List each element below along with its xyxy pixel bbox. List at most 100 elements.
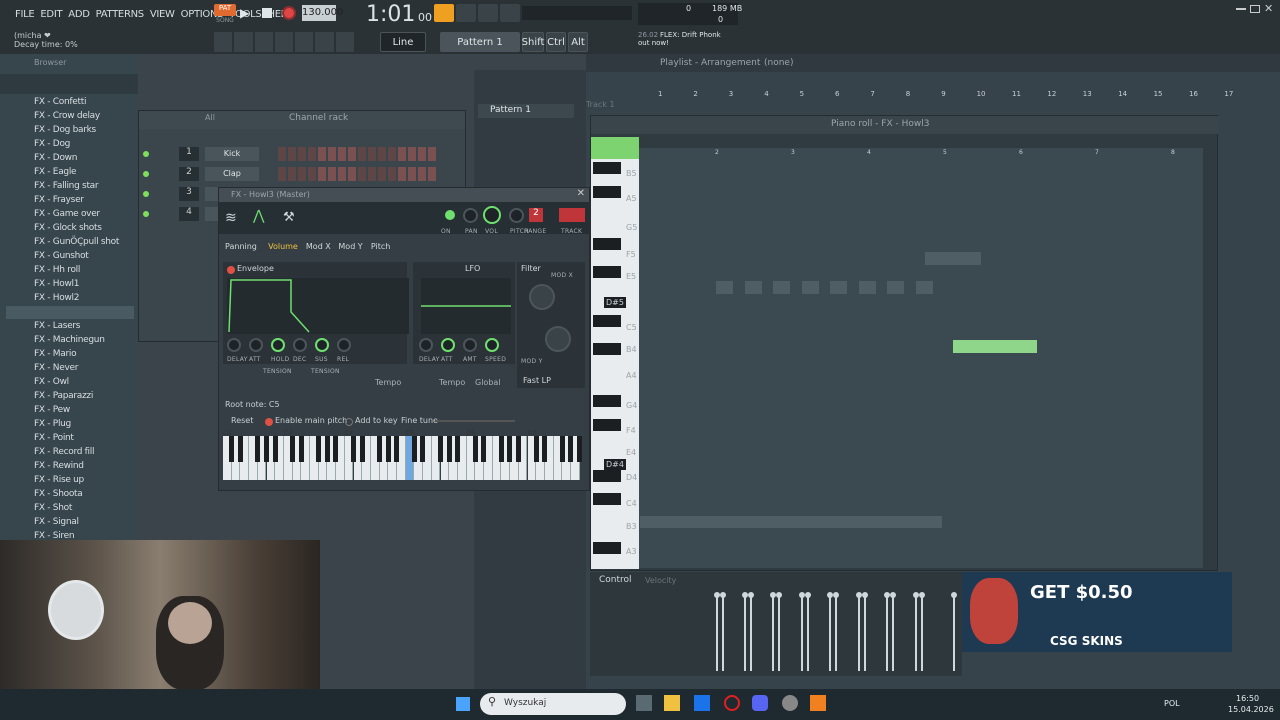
velocity-bar[interactable]: [862, 592, 868, 671]
black-key[interactable]: [394, 436, 400, 462]
fx-tab[interactable]: Mod X: [306, 242, 331, 251]
wait-icon[interactable]: [500, 4, 520, 22]
channel-led[interactable]: [143, 211, 149, 217]
browser-item[interactable]: FX - Frayser: [34, 195, 84, 205]
close-icon[interactable]: ✕: [1264, 2, 1273, 15]
lfo-knob[interactable]: [419, 338, 433, 352]
browser-item[interactable]: FX - Glock shots: [34, 223, 102, 233]
black-key[interactable]: [255, 436, 261, 462]
step-button[interactable]: [278, 167, 286, 181]
step-button[interactable]: [408, 147, 416, 161]
velocity-bar[interactable]: [720, 592, 726, 671]
add-to-key-led[interactable]: [345, 418, 353, 426]
black-key[interactable]: [542, 436, 548, 462]
settings-icon[interactable]: [782, 695, 798, 711]
task-view-icon[interactable]: [636, 695, 652, 711]
clock-time[interactable]: 16:50: [1236, 694, 1259, 703]
browser-item[interactable]: FX - Confetti: [34, 97, 86, 107]
channel-filter[interactable]: All: [205, 113, 215, 122]
step-button[interactable]: [318, 167, 326, 181]
black-key[interactable]: [593, 470, 621, 482]
black-key[interactable]: [593, 542, 621, 554]
velocity-bar[interactable]: [714, 592, 720, 671]
browser-item[interactable]: FX - Game over: [34, 209, 100, 219]
steam-icon[interactable]: [694, 695, 710, 711]
browser-item[interactable]: FX - Howl1: [34, 279, 79, 289]
browser-item[interactable]: FX - Signal: [34, 517, 79, 527]
black-key[interactable]: [272, 436, 278, 462]
step-button[interactable]: [418, 167, 426, 181]
menu-add[interactable]: ADD: [65, 9, 92, 20]
opera-icon[interactable]: [724, 695, 740, 711]
step-button[interactable]: [398, 167, 406, 181]
mod-x-knob[interactable]: [529, 284, 555, 310]
step-button[interactable]: [338, 167, 346, 181]
velocity-bar[interactable]: [748, 592, 754, 671]
enable-main-pitch[interactable]: Enable main pitch: [275, 416, 347, 425]
browser-icon[interactable]: [274, 32, 294, 52]
black-key[interactable]: [568, 436, 574, 462]
pitch-knob[interactable]: [509, 208, 524, 223]
black-key[interactable]: [533, 436, 539, 462]
step-button[interactable]: [338, 147, 346, 161]
mixer-track-number[interactable]: 2: [529, 208, 543, 222]
track-button[interactable]: [559, 208, 585, 222]
discord-icon[interactable]: [752, 695, 768, 711]
browser-item[interactable]: FX - Mario: [34, 349, 77, 359]
black-key[interactable]: [577, 436, 582, 462]
browser-item[interactable]: FX - Machinegun: [34, 335, 105, 345]
envelope-led[interactable]: [227, 266, 235, 274]
envelope-icon[interactable]: ⋀: [253, 208, 273, 228]
ghost-note[interactable]: [716, 281, 733, 294]
velocity-bar[interactable]: [776, 592, 782, 671]
lfo-knob[interactable]: [485, 338, 499, 352]
black-key[interactable]: [324, 436, 330, 462]
volume-knob[interactable]: [483, 206, 501, 224]
black-key[interactable]: [559, 436, 565, 462]
fl-studio-icon[interactable]: [810, 695, 826, 711]
reset-button[interactable]: Reset: [231, 416, 253, 425]
envelope-graph[interactable]: [227, 278, 409, 334]
step-button[interactable]: [348, 147, 356, 161]
ctrl-button[interactable]: Ctrl: [546, 32, 566, 52]
minimize-icon[interactable]: [1236, 8, 1246, 10]
black-key[interactable]: [376, 436, 382, 462]
ghost-note[interactable]: [830, 281, 847, 294]
shift-button[interactable]: Shift: [522, 32, 544, 52]
black-key[interactable]: [289, 436, 295, 462]
browser-item[interactable]: FX - Rise up: [34, 475, 84, 485]
step-button[interactable]: [358, 167, 366, 181]
browser-item[interactable]: FX - Shoota: [34, 489, 83, 499]
step-button[interactable]: [388, 167, 396, 181]
step-button[interactable]: [328, 147, 336, 161]
pan-knob[interactable]: [463, 208, 478, 223]
step-button[interactable]: [318, 147, 326, 161]
black-key[interactable]: [237, 436, 243, 462]
browser-item[interactable]: FX - GunÖÇpull shot: [34, 237, 119, 247]
menu-view[interactable]: VIEW: [147, 9, 178, 20]
browser-item[interactable]: FX - Hh roll: [34, 265, 80, 275]
velocity-bar[interactable]: [742, 592, 748, 671]
snap-select[interactable]: Line: [380, 32, 426, 52]
channel-number[interactable]: 2: [179, 167, 199, 181]
step-button[interactable]: [378, 147, 386, 161]
black-key[interactable]: [516, 436, 522, 462]
black-key[interactable]: [359, 436, 365, 462]
news-text[interactable]: FLEX: Drift Phonk out now!: [638, 31, 728, 47]
browser-item[interactable]: FX - Lasers: [34, 321, 80, 331]
black-key[interactable]: [229, 436, 234, 462]
step-button[interactable]: [398, 147, 406, 161]
ghost-note[interactable]: [773, 281, 790, 294]
selected-note[interactable]: [953, 340, 1037, 353]
lfo-knob[interactable]: [441, 338, 455, 352]
record-icon[interactable]: [282, 6, 296, 20]
velocity-bar[interactable]: [890, 592, 896, 671]
browser-item[interactable]: FX - Down: [34, 153, 77, 163]
mic-icon[interactable]: [335, 32, 354, 52]
play-icon[interactable]: ▶: [240, 6, 254, 20]
channel-number[interactable]: 3: [179, 187, 199, 201]
snap-icon[interactable]: [214, 32, 233, 52]
step-button[interactable]: [308, 167, 316, 181]
black-key[interactable]: [411, 436, 417, 462]
black-key[interactable]: [437, 436, 443, 462]
